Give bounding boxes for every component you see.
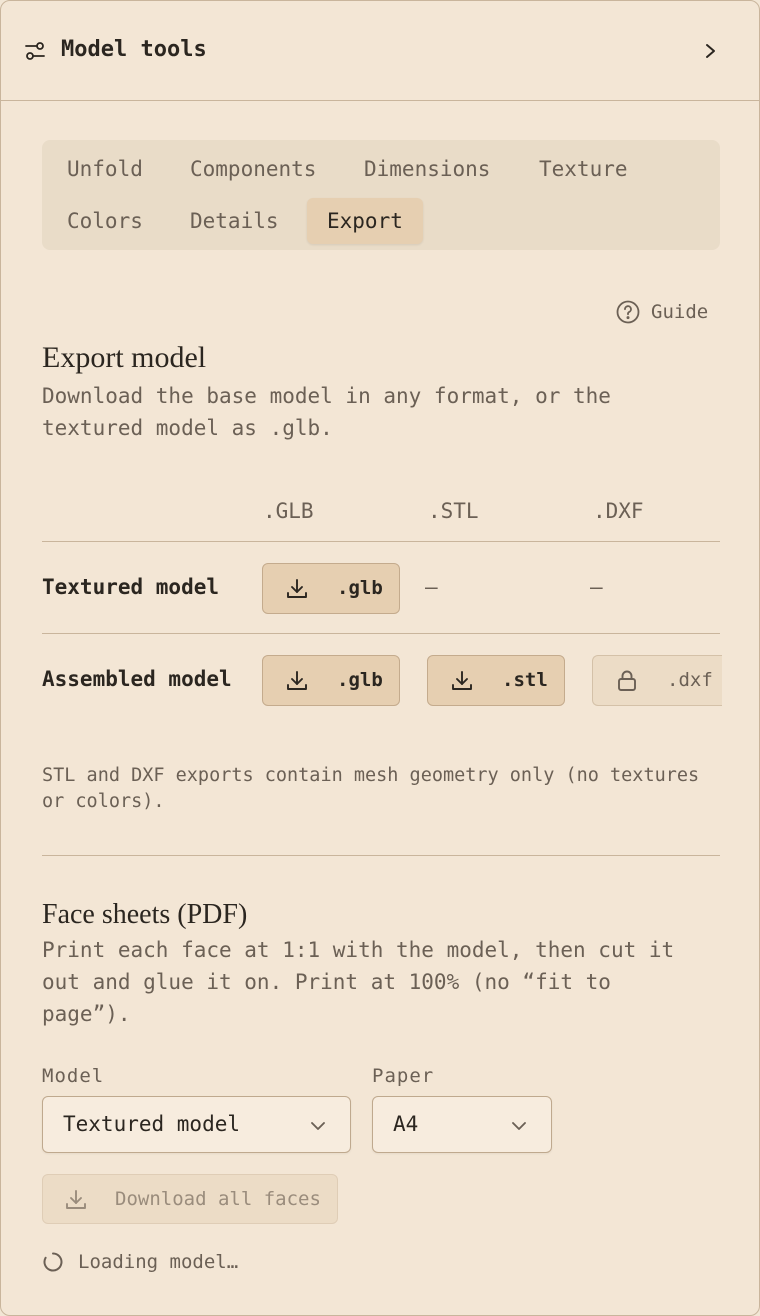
- face-sheets-title: Face sheets (PDF): [42, 899, 248, 930]
- loading-status: Loading model…: [42, 1251, 238, 1273]
- download-textured-glb-button[interactable]: .glb: [262, 563, 400, 614]
- panel-header[interactable]: Model tools: [1, 1, 759, 101]
- chevron-down-icon: [512, 1122, 526, 1130]
- tab-dimensions[interactable]: Dimensions: [344, 146, 510, 192]
- divider: [42, 541, 720, 542]
- row-label-assembled: Assembled model: [42, 667, 232, 691]
- tab-unfold[interactable]: Unfold: [47, 146, 163, 192]
- download-assembled-stl-button[interactable]: .stl: [427, 655, 565, 706]
- guide-label: Guide: [651, 301, 709, 323]
- chevron-right-icon[interactable]: [701, 39, 721, 63]
- download-icon: [287, 671, 307, 690]
- column-header-dxf: .DXF: [593, 499, 644, 523]
- chevron-down-icon: [311, 1122, 325, 1130]
- button-label: .glb: [337, 577, 383, 599]
- divider: [42, 855, 720, 856]
- button-label: .glb: [337, 669, 383, 691]
- help-circle-icon: [616, 300, 640, 324]
- model-field-label: Model: [42, 1065, 105, 1087]
- model-select[interactable]: Textured model: [42, 1096, 351, 1153]
- unavailable-dash: —: [590, 575, 603, 599]
- unavailable-dash: —: [425, 575, 438, 599]
- export-title: Export model: [42, 341, 207, 374]
- button-label: .dxf: [667, 669, 713, 691]
- export-note: STL and DXF exports contain mesh geometr…: [42, 765, 700, 812]
- tab-export[interactable]: Export: [307, 198, 423, 244]
- export-description: Download the base model in any format, o…: [42, 384, 611, 440]
- button-label: .stl: [502, 669, 548, 691]
- download-icon: [66, 1190, 86, 1209]
- tab-colors[interactable]: Colors: [47, 198, 163, 244]
- download-assembled-glb-button[interactable]: .glb: [262, 655, 400, 706]
- divider: [42, 633, 720, 634]
- model-tools-panel: Model tools Unfold Components Dimensions…: [0, 0, 760, 1316]
- column-header-stl: .STL: [428, 499, 479, 523]
- download-all-faces-button[interactable]: Download all faces: [42, 1174, 338, 1224]
- download-all-label: Download all faces: [115, 1188, 321, 1210]
- loading-text: Loading model…: [78, 1251, 239, 1273]
- lock-icon: [618, 670, 636, 691]
- guide-link[interactable]: Guide: [615, 298, 708, 326]
- tab-details[interactable]: Details: [170, 198, 299, 244]
- spinner-icon: [43, 1252, 63, 1272]
- panel-title: Model tools: [61, 37, 207, 62]
- sliders-icon: [25, 42, 45, 60]
- tab-texture[interactable]: Texture: [519, 146, 648, 192]
- tab-bar: Unfold Components Dimensions Texture Col…: [42, 140, 720, 250]
- download-icon: [452, 671, 472, 690]
- paper-field-label: Paper: [372, 1065, 435, 1087]
- download-assembled-dxf-locked-button[interactable]: .dxf: [592, 655, 722, 706]
- paper-select-value: A4: [393, 1112, 419, 1136]
- paper-select[interactable]: A4: [372, 1096, 552, 1153]
- face-sheets-description: Print each face at 1:1 with the model, t…: [42, 938, 675, 1026]
- tab-components[interactable]: Components: [170, 146, 336, 192]
- model-select-value: Textured model: [63, 1112, 241, 1136]
- column-header-glb: .GLB: [263, 499, 314, 523]
- row-label-textured: Textured model: [42, 575, 220, 599]
- download-icon: [287, 579, 307, 598]
